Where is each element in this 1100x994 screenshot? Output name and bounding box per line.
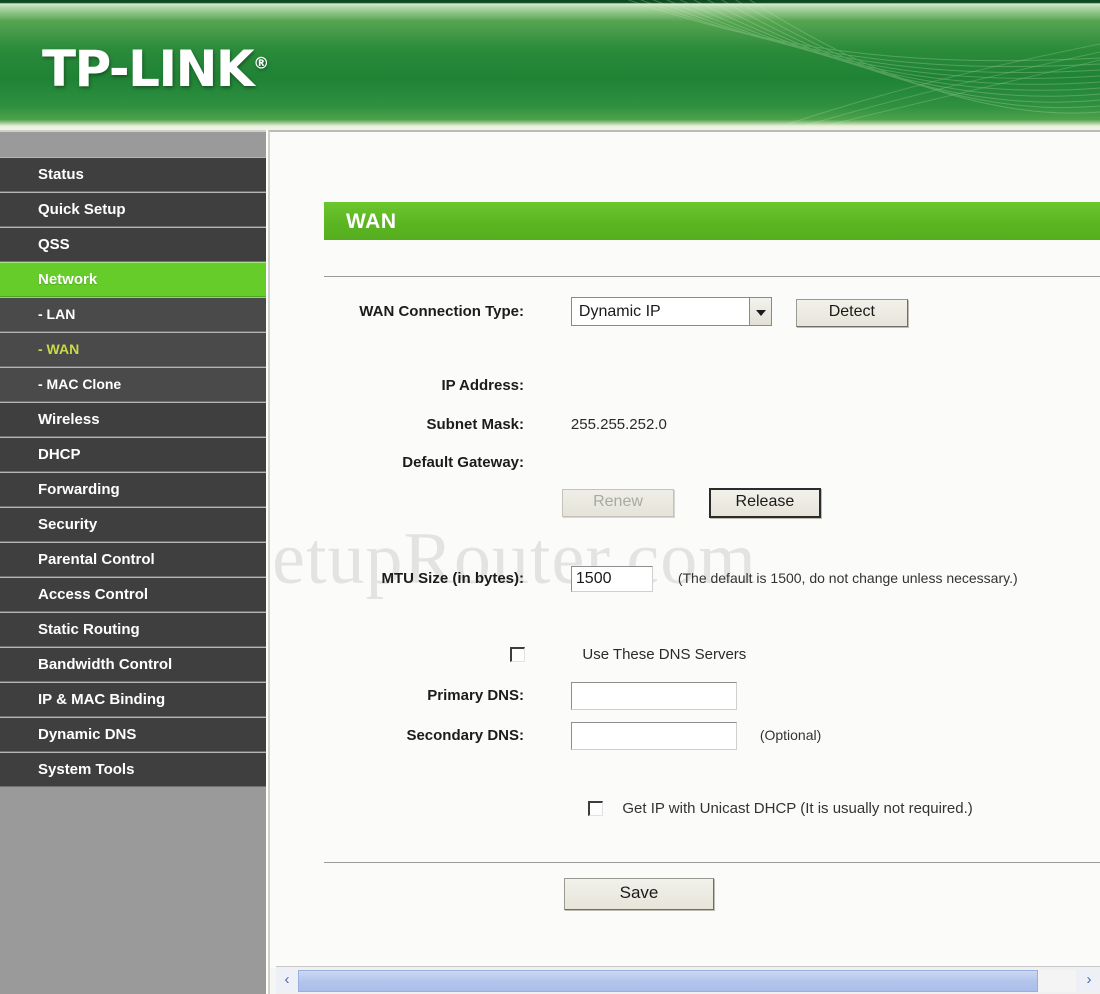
router-admin-page: TP-LINK® Status Quick Setup QSS Network - LA… xyxy=(0,0,1100,994)
sidebar-item-system-tools[interactable]: System Tools xyxy=(0,752,266,787)
sidebar-item-dhcp[interactable]: DHCP xyxy=(0,437,266,472)
mtu-size-hint: (The default is 1500, do not change unle… xyxy=(677,570,1018,587)
mtu-size-row: MTU Size (in bytes): 1500 (The default i… xyxy=(324,566,1018,592)
unicast-dhcp-label: Get IP with Unicast DHCP (It is usually … xyxy=(622,800,973,817)
secondary-dns-optional-label: (Optional) xyxy=(759,727,822,744)
wan-settings-form: SetupRouter.com WAN WAN Connection Type:… xyxy=(270,132,1100,968)
page-title: WAN xyxy=(346,210,397,233)
primary-dns-row: Primary DNS: xyxy=(324,682,737,710)
sidebar-item-forwarding[interactable]: Forwarding xyxy=(0,472,266,507)
primary-dns-label: Primary DNS: xyxy=(427,687,524,705)
default-gateway-label: Default Gateway: xyxy=(402,454,524,471)
scrollbar-thumb[interactable] xyxy=(298,970,1038,992)
use-dns-servers-row: Use These DNS Servers xyxy=(324,646,746,664)
sidebar-item-label: Status xyxy=(38,166,84,183)
sidebar-item-label: Security xyxy=(38,516,98,533)
sidebar-item-label: - WAN xyxy=(38,341,80,357)
subnet-mask-value: 255.255.252.0 xyxy=(570,416,667,433)
sidebar-item-quick-setup[interactable]: Quick Setup xyxy=(0,192,266,227)
sidebar-item-label: Dynamic DNS xyxy=(38,726,137,743)
use-dns-servers-checkbox[interactable] xyxy=(510,647,526,663)
scrollbar-track[interactable] xyxy=(298,970,1076,992)
sidebar-item-parental-control[interactable]: Parental Control xyxy=(0,542,266,577)
sidebar-item-wireless[interactable]: Wireless xyxy=(0,402,266,437)
sidebar-item-wan[interactable]: - WAN xyxy=(0,332,266,367)
sidebar-item-label: Bandwidth Control xyxy=(38,656,173,673)
sidebar-item-label: System Tools xyxy=(38,761,135,778)
unicast-dhcp-checkbox[interactable] xyxy=(588,801,604,817)
secondary-dns-input[interactable] xyxy=(570,722,737,750)
sidebar-item-label: - MAC Clone xyxy=(38,376,122,392)
sidebar-item-bandwidth-control[interactable]: Bandwidth Control xyxy=(0,647,266,682)
unicast-dhcp-row: Get IP with Unicast DHCP (It is usually … xyxy=(324,800,973,818)
horizontal-scrollbar[interactable]: ‹ › xyxy=(276,966,1100,994)
sidebar-item-label: Parental Control xyxy=(38,551,155,568)
sidebar-item-label: - LAN xyxy=(38,306,76,322)
wan-connection-type-row: WAN Connection Type: Dynamic IP Detect xyxy=(324,297,908,327)
tplink-logo: TP-LINK® xyxy=(42,44,269,94)
subnet-mask-label: Subnet Mask: xyxy=(426,416,524,433)
scroll-right-arrow-icon[interactable]: › xyxy=(1078,970,1100,992)
registered-trademark-icon: ® xyxy=(253,53,270,73)
use-dns-servers-label: Use These DNS Servers xyxy=(582,646,747,663)
sidebar-item-label: IP & MAC Binding xyxy=(38,691,166,708)
sidebar-item-network[interactable]: Network xyxy=(0,262,266,297)
sidebar-item-dynamic-dns[interactable]: Dynamic DNS xyxy=(0,717,266,752)
subnet-mask-row: Subnet Mask: 255.255.252.0 xyxy=(324,416,667,434)
wan-connection-type-select[interactable]: Dynamic IP xyxy=(570,297,772,326)
renew-button[interactable]: Renew xyxy=(562,489,674,517)
ip-address-label: IP Address: xyxy=(441,377,524,394)
sidebar-item-label: Wireless xyxy=(38,411,100,428)
sidebar-item-label: Forwarding xyxy=(38,481,120,498)
chevron-down-icon[interactable] xyxy=(748,297,772,326)
scroll-left-arrow-icon[interactable]: ‹ xyxy=(276,970,298,992)
mtu-size-input[interactable]: 1500 xyxy=(570,566,653,592)
divider-bottom xyxy=(324,862,1100,863)
content-panel: SetupRouter.com WAN WAN Connection Type:… xyxy=(268,130,1100,994)
sidebar-item-mac-clone[interactable]: - MAC Clone xyxy=(0,367,266,402)
release-button[interactable]: Release xyxy=(708,488,821,518)
sidebar-item-status[interactable]: Status xyxy=(0,157,266,192)
sidebar-navigation: Status Quick Setup QSS Network - LAN - WAN - M… xyxy=(0,130,266,994)
save-row: Save xyxy=(564,878,714,910)
header-swoosh-decoration xyxy=(627,0,1100,130)
default-gateway-row: Default Gateway: xyxy=(324,454,571,472)
save-button[interactable]: Save xyxy=(564,878,714,910)
renew-release-row: Renew Release xyxy=(562,488,821,518)
logo-text: TP-LINK xyxy=(42,40,255,98)
detect-button[interactable]: Detect xyxy=(795,298,908,327)
sidebar-item-qss[interactable]: QSS xyxy=(0,227,266,262)
sidebar-item-static-routing[interactable]: Static Routing xyxy=(0,612,266,647)
sidebar-item-label: Access Control xyxy=(38,586,149,603)
sidebar-item-lan[interactable]: - LAN xyxy=(0,297,266,332)
secondary-dns-row: Secondary DNS: (Optional) xyxy=(324,722,821,750)
primary-dns-input[interactable] xyxy=(570,682,737,710)
divider-top xyxy=(324,276,1100,277)
secondary-dns-label: Secondary DNS: xyxy=(406,727,524,745)
sidebar-item-access-control[interactable]: Access Control xyxy=(0,577,266,612)
page-header: TP-LINK® xyxy=(0,0,1100,130)
sidebar-item-ip-mac-binding[interactable]: IP & MAC Binding xyxy=(0,682,266,717)
sidebar-item-label: Network xyxy=(38,271,98,288)
sidebar-item-label: Static Routing xyxy=(38,621,140,638)
sidebar-item-label: DHCP xyxy=(38,446,81,463)
sidebar-item-security[interactable]: Security xyxy=(0,507,266,542)
ip-address-row: IP Address: xyxy=(324,377,571,395)
wan-connection-type-value: Dynamic IP xyxy=(578,303,661,320)
sidebar-menu-list: Status Quick Setup QSS Network - LAN - WAN - M… xyxy=(0,157,266,787)
mtu-size-label: MTU Size (in bytes): xyxy=(381,570,524,588)
section-title-banner: WAN xyxy=(324,202,1100,240)
wan-connection-type-label: WAN Connection Type: xyxy=(359,302,524,320)
sidebar-item-label: Quick Setup xyxy=(38,201,126,218)
sidebar-item-label: QSS xyxy=(38,236,70,253)
